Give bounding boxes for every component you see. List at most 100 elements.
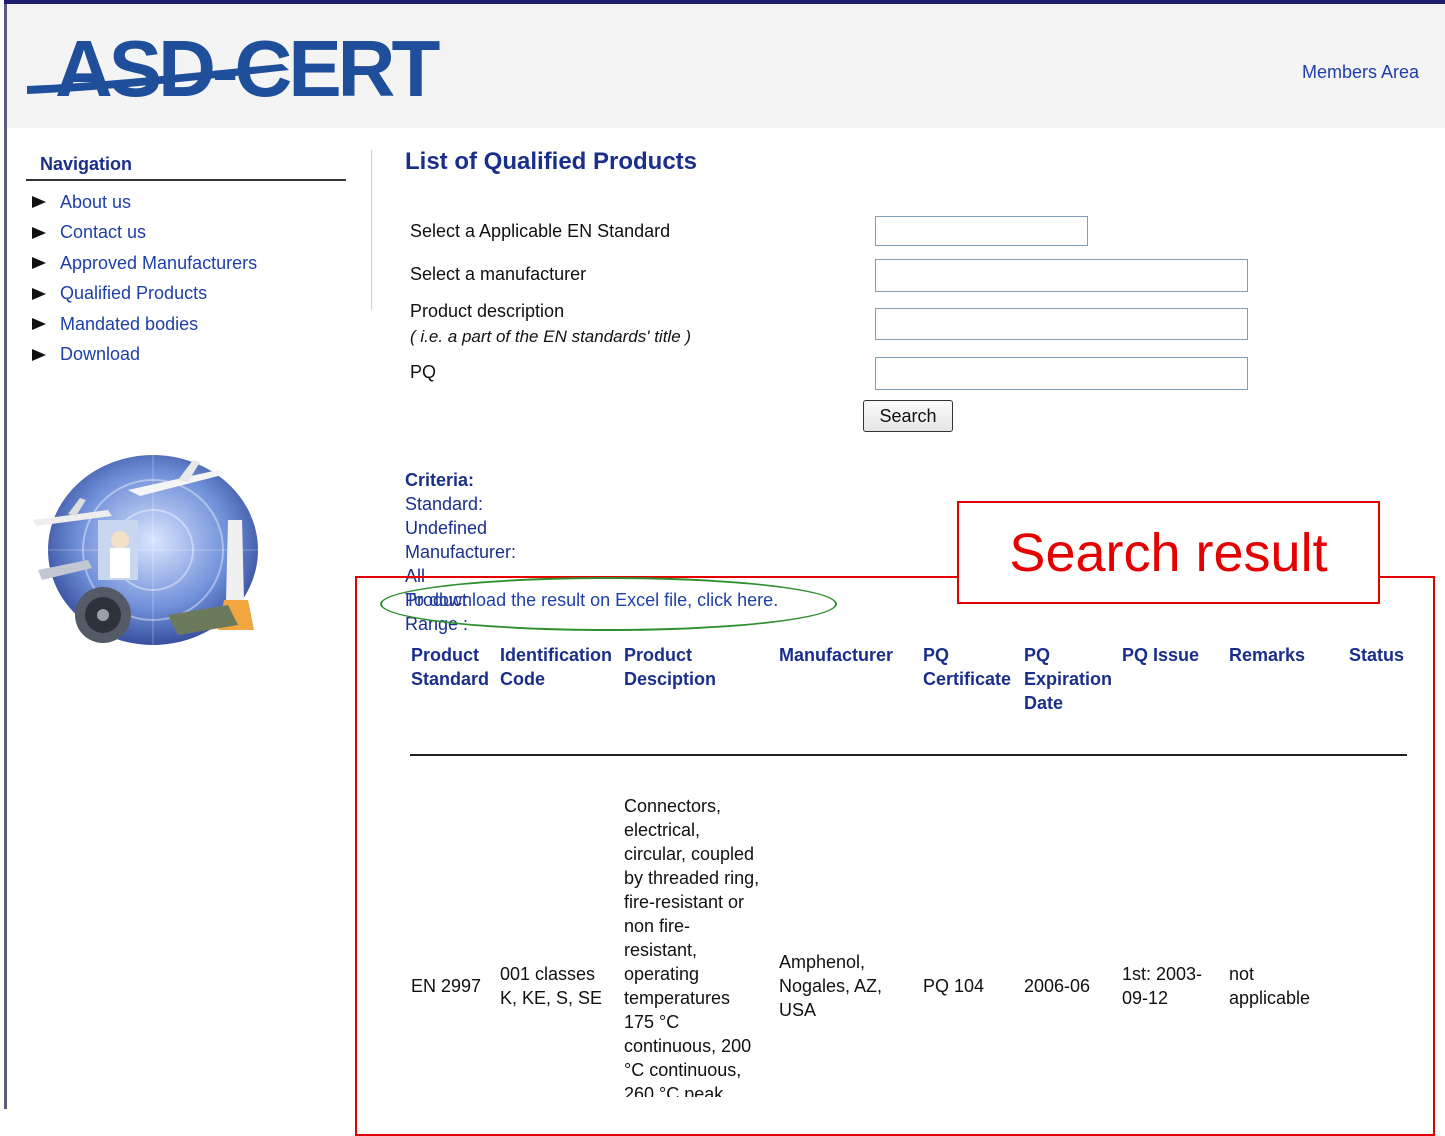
search-result-annotation: Search result xyxy=(957,501,1380,604)
header-line: Status xyxy=(1349,645,1405,665)
nav-link-qualified-products[interactable]: Qualified Products xyxy=(60,283,207,304)
cell-line: 260 °C peak xyxy=(624,1084,724,1097)
nav-item-about-us: About us xyxy=(26,187,346,218)
arrow-icon xyxy=(32,257,46,270)
arrow-icon xyxy=(32,226,46,239)
search-button[interactable]: Search xyxy=(863,400,953,432)
nav-link-contact-us[interactable]: Contact us xyxy=(60,222,146,243)
cell-line: by threaded ring, xyxy=(624,868,760,888)
cell-expiration: 2006-06 xyxy=(1024,976,1091,996)
header-line: Remarks xyxy=(1229,645,1306,665)
cell-line: 175 °C xyxy=(624,1012,680,1032)
cell-line: Connectors, xyxy=(624,796,722,816)
col-header-identification-code: Identification Code xyxy=(500,643,612,691)
description-hint: ( i.e. a part of the EN standards' title… xyxy=(410,326,691,347)
manufacturer-label: Select a manufacturer xyxy=(410,264,587,284)
header-line: Manufacturer xyxy=(779,645,894,665)
page-title: List of Qualified Products xyxy=(405,148,698,175)
header-line: Certificate xyxy=(923,669,1012,689)
cell-line: °C continuous, xyxy=(624,1060,742,1080)
pq-label: PQ xyxy=(410,362,437,382)
col-header-pq-issue: PQ Issue xyxy=(1122,643,1199,667)
manufacturer-input[interactable] xyxy=(875,259,1248,292)
cell-line: fire-resistant or xyxy=(624,892,745,912)
header-line: PQ xyxy=(923,645,950,665)
arrow-icon xyxy=(32,318,46,331)
cell-manufacturer: Amphenol, Nogales, AZ, USA xyxy=(779,950,882,1022)
nav-link-approved-manufacturers[interactable]: Approved Manufacturers xyxy=(60,253,257,274)
header-line: Expiration xyxy=(1024,669,1113,689)
description-input[interactable] xyxy=(875,308,1248,340)
cell-certificate: PQ 104 xyxy=(923,976,985,996)
col-header-product-description: Product Desciption xyxy=(624,643,716,691)
cell-standard: EN 2997 xyxy=(411,976,482,996)
header-line: Standard xyxy=(411,669,490,689)
cell-line: Amphenol, xyxy=(779,952,866,972)
header-line: Product xyxy=(411,645,480,665)
standard-input[interactable] xyxy=(875,216,1088,246)
col-header-remarks: Remarks xyxy=(1229,643,1305,667)
site-header: ASD-CERT Members Area xyxy=(7,4,1445,128)
navigation-title: Navigation xyxy=(26,150,346,181)
cell-line: non fire- xyxy=(624,916,691,936)
col-header-pq-certificate: PQ Certificate xyxy=(923,643,1011,691)
col-header-manufacturer: Manufacturer xyxy=(779,643,893,667)
nav-item-qualified-products: Qualified Products xyxy=(26,279,346,310)
cell-code: 001 classes K, KE, S, SE xyxy=(500,962,602,1010)
cell-line: operating xyxy=(624,964,700,984)
arrow-icon xyxy=(32,348,46,361)
nav-item-approved-manufacturers: Approved Manufacturers xyxy=(26,248,346,279)
criteria-heading: Criteria: xyxy=(405,470,475,490)
table-header-divider xyxy=(410,754,1407,756)
header-line: Desciption xyxy=(624,669,717,689)
nav-list: About us Contact us Approved Manufacture… xyxy=(26,187,346,370)
cell-line: 001 classes xyxy=(500,964,596,984)
logo-graphic: ASD-CERT xyxy=(27,24,444,113)
collage-graphic xyxy=(33,455,258,645)
page: ASD-CERT Members Area Navigation About u… xyxy=(0,0,1445,1136)
nav-link-about-us[interactable]: About us xyxy=(60,192,131,213)
col-header-status: Status xyxy=(1349,643,1404,667)
nav-item-mandated-bodies: Mandated bodies xyxy=(26,309,346,340)
cell-line: K, KE, S, SE xyxy=(500,988,603,1008)
cell-line: 1st: 2003- xyxy=(1122,964,1203,984)
cell-line: Nogales, AZ, xyxy=(779,976,883,996)
cell-description: Connectors, electrical, circular, couple… xyxy=(624,794,759,1097)
header-line: PQ xyxy=(1024,645,1051,665)
cell-line: temperatures xyxy=(624,988,731,1008)
cell-line: resistant, xyxy=(624,940,698,960)
description-label: Product description xyxy=(410,301,565,321)
header-line: Product xyxy=(624,645,693,665)
header-line: Identification xyxy=(500,645,612,665)
arrow-icon xyxy=(32,196,46,209)
cell-issue: 1st: 2003- 09-12 xyxy=(1122,962,1202,1010)
cell-line: not xyxy=(1229,964,1255,984)
criteria-standard: Standard: Undefined xyxy=(405,494,488,538)
nav-item-contact-us: Contact us xyxy=(26,218,346,249)
col-header-product-standard: Product Standard xyxy=(411,643,489,691)
header-line: PQ Issue xyxy=(1122,645,1200,665)
asd-cert-logo[interactable]: ASD-CERT xyxy=(27,24,477,122)
members-area-link[interactable]: Members Area xyxy=(1302,62,1419,83)
header-line: Code xyxy=(500,669,545,689)
cell-line: circular, coupled xyxy=(624,844,755,864)
cell-line: applicable xyxy=(1229,988,1311,1008)
nav-item-download: Download xyxy=(26,340,346,371)
description-hint-text: ( i.e. a part of the EN standards' title… xyxy=(410,327,692,346)
nav-link-download[interactable]: Download xyxy=(60,344,140,365)
arrow-icon xyxy=(32,287,46,300)
download-link-highlight-oval xyxy=(380,577,837,631)
cell-remarks: not applicable xyxy=(1229,962,1310,1010)
pq-input[interactable] xyxy=(875,357,1248,390)
sidebar-navigation: Navigation About us Contact us Approved … xyxy=(26,150,346,370)
cell-line: 09-12 xyxy=(1122,988,1169,1008)
left-border xyxy=(4,0,7,1109)
standard-label: Select a Applicable EN Standard xyxy=(410,221,671,241)
cell-line: continuous, 200 xyxy=(624,1036,752,1056)
header-line: Date xyxy=(1024,693,1064,713)
nav-link-mandated-bodies[interactable]: Mandated bodies xyxy=(60,314,198,335)
column-divider xyxy=(371,150,372,310)
cell-line: USA xyxy=(779,1000,817,1020)
col-header-pq-expiration-date: PQ Expiration Date xyxy=(1024,643,1112,715)
cell-line: electrical, xyxy=(624,820,701,840)
